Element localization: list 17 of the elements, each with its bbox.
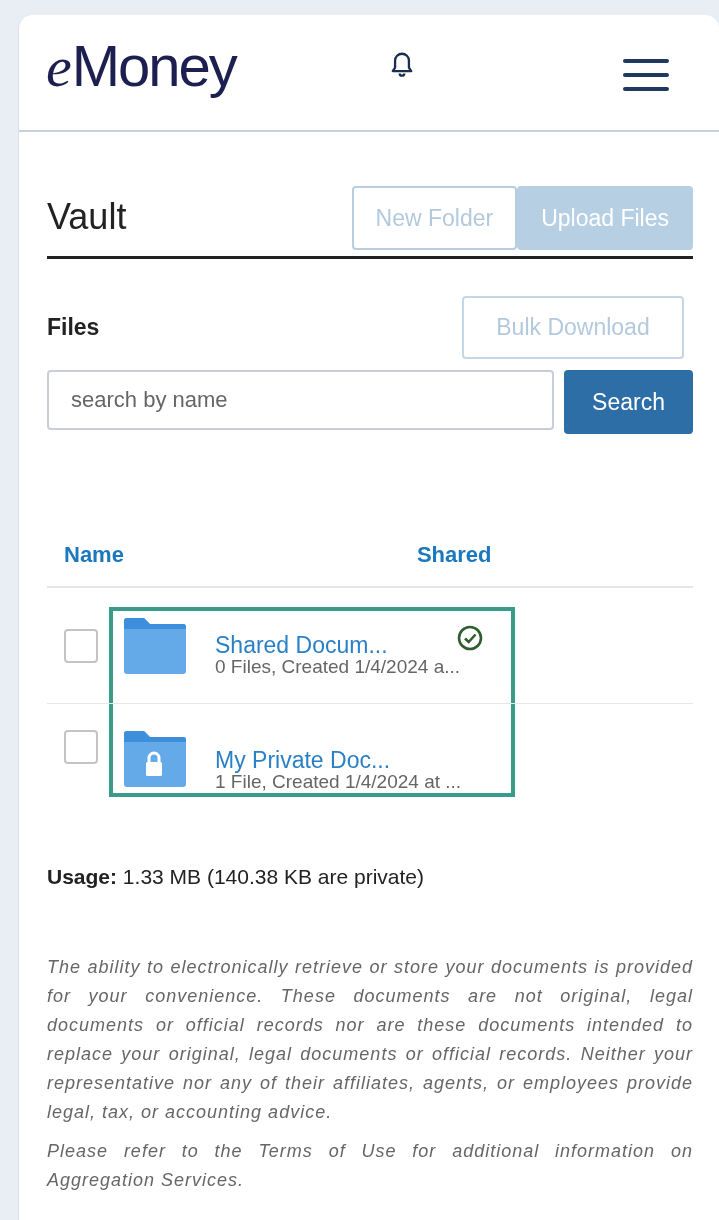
section-title: Files xyxy=(47,314,100,341)
disclaimer-text: The ability to electronically retrieve or store your documents is provided for your convenience. These documents are not original, legal documents or official records nor are these documents intended to replace your original, legal documents or official records. Neither your representative nor any of their affiliates, agents, or employees provide legal, tax, or accounting advice. xyxy=(47,956,693,1124)
checkbox[interactable] xyxy=(64,730,98,764)
folder-name-link[interactable]: My Private Doc... xyxy=(215,748,462,772)
usage-text: Usage: 1.33 MB (140.38 KB are private) xyxy=(47,865,426,889)
emoney-logo[interactable]: eMoney xyxy=(46,31,236,100)
menu-icon[interactable] xyxy=(623,56,669,93)
search-field[interactable]: search by name xyxy=(47,370,554,430)
search-button[interactable]: Search xyxy=(564,370,693,434)
folder-name-link[interactable]: Shared Docum... xyxy=(215,632,461,657)
folder-details: 0 Files, Created 1/4/2024 a... xyxy=(215,656,461,677)
page-title: Vault xyxy=(47,196,127,238)
disclaimer-text: Please refer to the Terms of Use for additional information on Aggregation Services. xyxy=(47,1140,693,1192)
column-header[interactable]: Name xyxy=(64,542,124,568)
checkbox[interactable] xyxy=(64,628,98,663)
folder-details: 1 File, Created 1/4/2024 at ... xyxy=(215,772,462,792)
column-header[interactable]: Shared xyxy=(416,542,492,568)
